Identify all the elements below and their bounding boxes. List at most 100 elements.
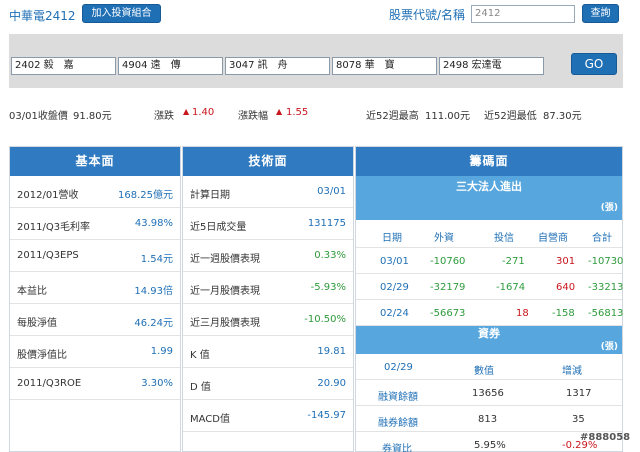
row-value: 46.24元 — [134, 318, 173, 329]
row-dealer: 640 — [556, 282, 576, 293]
institutional-header: 三大法人進出 (張) — [356, 176, 622, 220]
table-row: 每股淨值 46.24元 — [10, 304, 180, 336]
table-row: 2011/Q3毛利率 43.98% — [10, 208, 180, 240]
col-trust: 投信 — [494, 233, 514, 244]
row-trust: -271 — [502, 256, 525, 267]
row-change: 35 — [572, 414, 585, 425]
institutional-title: 三大法人進出 — [456, 180, 522, 193]
query-button[interactable]: 查詢 — [582, 4, 619, 23]
row-label: MACD值 — [190, 414, 230, 425]
table-row: 近一週股價表現 0.33% — [183, 240, 353, 272]
institutional-header-row: 日期 外資 投信 自營商 合計 — [356, 220, 622, 248]
table-row: MACD值 -145.97 — [183, 400, 353, 432]
row-value: 813 — [478, 414, 498, 425]
stock-page: 中華電2412 加入投資組合 股票代號/名稱 2412 查詢 2402 毅 嘉 … — [0, 0, 640, 452]
compare-bar: 2402 毅 嘉 4904 遠 傳 3047 訊 舟 8078 華 寶 2498… — [9, 34, 623, 88]
table-row: 03/01 -10760 -271 301 -10730 — [356, 248, 624, 274]
chips-panel: 籌碼面 三大法人進出 (張) 日期 外資 投信 自營商 合計 03/01 -10… — [355, 146, 623, 452]
table-row: K 值 19.81 — [183, 336, 353, 368]
table-row: 2012/01營收 168.25億元 — [10, 176, 180, 208]
row-value: 168.25億元 — [118, 190, 173, 201]
row-total: -56813 — [588, 308, 624, 319]
technicals-header: 技術面 — [183, 147, 353, 176]
row-label: 本益比 — [17, 286, 47, 297]
row-foreign: -56673 — [430, 308, 466, 319]
chips-header: 籌碼面 — [356, 147, 622, 176]
row-foreign: -10760 — [430, 256, 466, 267]
compare-input-2[interactable]: 4904 遠 傳 — [118, 57, 223, 75]
row-label: 股價淨值比 — [17, 350, 67, 361]
row-label: 計算日期 — [190, 190, 230, 201]
row-total: -33213 — [588, 282, 624, 293]
compare-input-3[interactable]: 3047 訊 舟 — [225, 57, 330, 75]
fundamentals-panel: 基本面 2012/01營收 168.25億元 2011/Q3毛利率 43.98% 2… — [9, 146, 181, 452]
fundamentals-header: 基本面 — [10, 147, 180, 176]
row-label: 近5日成交量 — [190, 222, 247, 233]
table-row: 融券餘額 813 35 — [356, 406, 622, 432]
compare-input-4[interactable]: 8078 華 寶 — [332, 57, 437, 75]
close-value: 91.80元 — [73, 111, 112, 122]
row-value: 131175 — [307, 218, 346, 229]
row-label: 近三月股價表現 — [190, 318, 260, 329]
table-row: 2011/Q3ROE 3.30% — [10, 368, 180, 400]
stock-title: 中華電2412 — [9, 9, 76, 23]
margin-header-row: 02/29 數值 增減 — [356, 354, 622, 380]
row-label: K 值 — [190, 350, 210, 361]
technicals-panel: 技術面 計算日期 03/01 近5日成交量 131175 近一週股價表現 0.33% … — [182, 146, 354, 452]
row-label: 近一週股價表現 — [190, 254, 260, 265]
table-row: 近一月股價表現 -5.93% — [183, 272, 353, 304]
compare-input-1[interactable]: 2402 毅 嘉 — [11, 57, 116, 75]
table-row: 02/24 -56673 18 -158 -56813 — [356, 300, 624, 326]
go-button[interactable]: GO — [571, 53, 617, 75]
institutional-unit: (張) — [600, 203, 618, 213]
col-value: 數值 — [474, 366, 494, 377]
row-total: -10730 — [588, 256, 624, 267]
change-pct-value: 1.55 — [286, 107, 309, 118]
row-value: 3.30% — [141, 378, 173, 389]
top-bar: 中華電2412 加入投資組合 股票代號/名稱 2412 查詢 — [0, 0, 640, 28]
row-label: 融券餘額 — [378, 418, 418, 429]
row-value: 5.95% — [474, 440, 506, 451]
row-date: 03/01 — [380, 256, 409, 267]
row-label: 2011/Q3毛利率 — [17, 222, 91, 233]
row-value: 43.98% — [134, 218, 173, 229]
table-row: 近三月股價表現 -10.50% — [183, 304, 353, 336]
row-label: 2011/Q3EPS — [17, 250, 79, 261]
row-label: 近一月股價表現 — [190, 286, 260, 297]
row-value: -145.97 — [307, 410, 346, 421]
high52-label: 近52週最高 — [366, 111, 419, 122]
row-value: 1.54元 — [140, 254, 173, 265]
high52-value: 111.00元 — [425, 111, 470, 122]
row-label: D 值 — [190, 382, 211, 393]
compare-input-5[interactable]: 2498 宏達電 — [439, 57, 544, 75]
row-trust: -1674 — [496, 282, 526, 293]
low52-label: 近52週最低 — [484, 111, 537, 122]
change-pct-label: 漲跌幅 — [238, 111, 268, 122]
col-date: 日期 — [382, 233, 402, 244]
margin-header: 資券 (張) — [356, 326, 622, 354]
row-date: 02/29 — [380, 282, 409, 293]
search-input[interactable]: 2412 — [471, 5, 575, 23]
watermark-text: #888058 — [580, 432, 631, 443]
change-label: 漲跌 — [154, 111, 174, 122]
col-dealer: 自營商 — [538, 233, 568, 244]
add-portfolio-button[interactable]: 加入投資組合 — [82, 4, 161, 23]
row-dealer: -158 — [552, 308, 575, 319]
row-date: 02/24 — [380, 308, 409, 319]
close-label: 03/01收盤價 — [9, 111, 68, 122]
row-value: -5.93% — [310, 282, 346, 293]
col-date: 02/29 — [384, 362, 413, 373]
col-change: 增減 — [562, 366, 582, 377]
row-value: 13656 — [472, 388, 504, 399]
change-value: 1.40 — [192, 107, 215, 118]
search-label: 股票代號/名稱 — [389, 8, 466, 22]
row-value: 14.93倍 — [134, 286, 173, 297]
row-dealer: 301 — [556, 256, 576, 267]
low52-value: 87.30元 — [543, 111, 582, 122]
row-label: 融資餘額 — [378, 392, 418, 403]
table-row: 股價淨值比 1.99 — [10, 336, 180, 368]
row-change: 1317 — [566, 388, 592, 399]
row-value: 0.33% — [314, 250, 346, 261]
row-value: 19.81 — [317, 346, 346, 357]
up-arrow-icon: ▲ — [183, 107, 190, 116]
